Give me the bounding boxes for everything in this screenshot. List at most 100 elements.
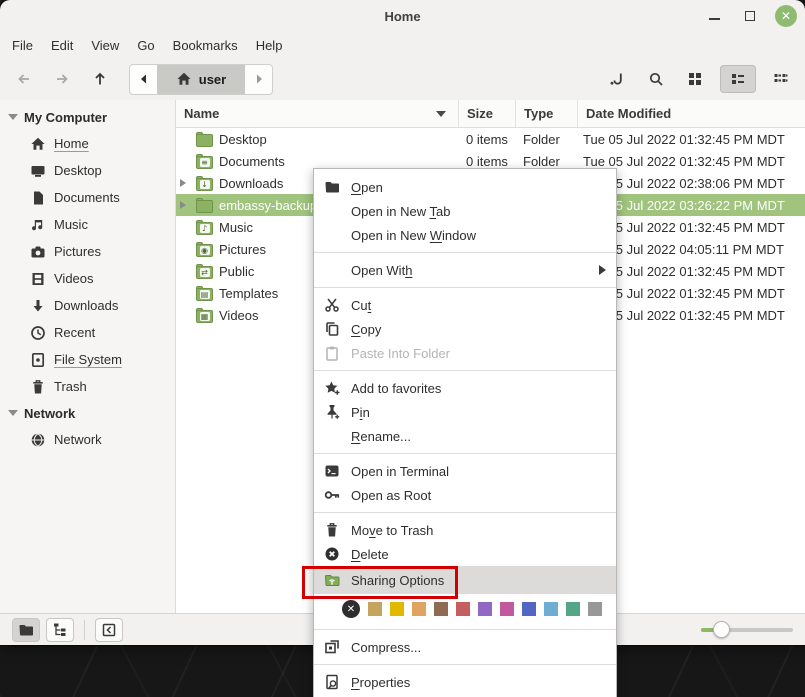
sidebar-item-label: Music [54,217,88,232]
menu-item-label: Open With [351,263,412,278]
menu-item-label: Paste Into Folder [351,346,450,361]
sidebar-item-network[interactable]: Network [0,426,175,453]
menu-item-sharing-options[interactable]: Sharing Options [314,566,616,594]
minimize-button[interactable] [703,5,725,27]
edit-location-button[interactable] [603,65,631,93]
sort-descending-icon [436,111,446,117]
menu-separator [314,252,616,253]
file-row-desktop[interactable]: Desktop0 itemsFolderTue 05 Jul 2022 01:3… [176,128,805,150]
expander-icon[interactable] [180,201,190,209]
titlebar[interactable]: Home ✕ [0,0,805,32]
sidebar-item-label: Network [54,432,102,447]
compact-view-button[interactable] [767,65,795,93]
menu-item-open-in-new-tab[interactable]: Open in New Tab [314,199,616,223]
properties-icon [324,674,344,690]
color-swatch[interactable] [368,602,382,616]
breadcrumb-user-button[interactable]: user [157,65,245,94]
menu-item-cut[interactable]: Cut [314,293,616,317]
back-button[interactable] [10,65,38,93]
sidebar-section-my-computer[interactable]: My Computer [0,104,175,130]
sidebar-item-recent[interactable]: Recent [0,319,175,346]
places-icon [18,622,34,638]
scissors-icon [324,297,344,313]
up-button[interactable] [86,65,114,93]
clear-color-button[interactable]: ✕ [342,600,360,618]
color-swatch[interactable] [522,602,536,616]
edit-location-icon [609,71,625,87]
menu-item-move-to-trash[interactable]: Move to Trash [314,518,616,542]
search-button[interactable] [642,65,670,93]
sidebar-section-network[interactable]: Network [0,400,175,426]
menu-item-add-to-favorites[interactable]: Add to favorites [314,376,616,400]
back-icon [16,71,32,87]
menubar-item-bookmarks[interactable]: Bookmarks [173,38,238,53]
color-swatch[interactable] [544,602,558,616]
zoom-slider-thumb[interactable] [713,621,730,638]
menu-item-open-in-terminal[interactable]: Open in Terminal [314,459,616,483]
sidebar-item-home[interactable]: Home [0,130,175,157]
sidebar-item-file-system[interactable]: File System [0,346,175,373]
close-button[interactable]: ✕ [775,5,797,27]
sidebar-item-documents[interactable]: Documents [0,184,175,211]
breadcrumb: user [129,64,273,95]
sidebar-item-downloads[interactable]: Downloads [0,292,175,319]
sidebar-item-music[interactable]: Music [0,211,175,238]
menubar-item-go[interactable]: Go [137,38,154,53]
menu-item-properties[interactable]: Properties [314,670,616,694]
sidebar-item-label: Recent [54,325,95,340]
menu-item-label: Open in New Tab [351,204,451,219]
globe-icon [30,432,46,448]
column-header-size[interactable]: Size [458,100,515,127]
icon-view-button[interactable] [681,65,709,93]
menubar-item-file[interactable]: File [12,38,33,53]
folder-icon: ≡ [196,154,213,169]
column-header-type[interactable]: Type [515,100,577,127]
breadcrumb-next-button[interactable] [245,65,272,94]
color-swatch[interactable] [478,602,492,616]
menu-item-pin[interactable]: Pin [314,400,616,424]
color-swatch[interactable] [566,602,580,616]
menu-item-open-as-root[interactable]: Open as Root [314,483,616,507]
places-sidebar-toggle-button[interactable] [12,618,40,642]
maximize-button[interactable] [739,5,761,27]
breadcrumb-prev-button[interactable] [130,65,157,94]
folder-color-row: ✕ [314,594,616,624]
menu-item-rename[interactable]: Rename... [314,424,616,448]
column-header-name[interactable]: Name [176,100,458,127]
menu-item-open[interactable]: Open [314,175,616,199]
sidebar-item-trash[interactable]: Trash [0,373,175,400]
delete-icon [324,546,344,562]
sidebar-item-label: Pictures [54,244,101,259]
menubar-item-view[interactable]: View [91,38,119,53]
menu-item-open-with[interactable]: Open With [314,258,616,282]
sidebar: My ComputerHomeDesktopDocuments Music Pict… [0,100,176,613]
download-icon [30,298,46,314]
color-swatch[interactable] [588,602,602,616]
hide-sidebar-button[interactable] [95,618,123,642]
zoom-slider[interactable] [701,622,793,638]
compress-icon [324,639,344,655]
sidebar-item-pictures[interactable]: Pictures [0,238,175,265]
color-swatch[interactable] [456,602,470,616]
menu-item-label: Delete [351,547,389,562]
menubar-item-edit[interactable]: Edit [51,38,73,53]
color-swatch[interactable] [390,602,404,616]
menu-item-compress[interactable]: Compress... [314,635,616,659]
icon-view-icon [687,71,703,87]
sidebar-item-videos[interactable]: Videos [0,265,175,292]
sidebar-item-desktop[interactable]: Desktop [0,157,175,184]
menu-item-copy[interactable]: Copy [314,317,616,341]
treeview-sidebar-toggle-button[interactable] [46,618,74,642]
file-name: embassy-backup [219,198,317,213]
film-icon [30,271,46,287]
menu-item-delete[interactable]: Delete [314,542,616,566]
menu-item-open-in-new-window[interactable]: Open in New Window [314,223,616,247]
column-header-date-modified[interactable]: Date Modified [577,100,805,127]
forward-button[interactable] [48,65,76,93]
expander-icon[interactable] [180,179,190,187]
menubar-item-help[interactable]: Help [256,38,283,53]
color-swatch[interactable] [412,602,426,616]
color-swatch[interactable] [500,602,514,616]
list-view-button[interactable] [720,65,756,93]
color-swatch[interactable] [434,602,448,616]
